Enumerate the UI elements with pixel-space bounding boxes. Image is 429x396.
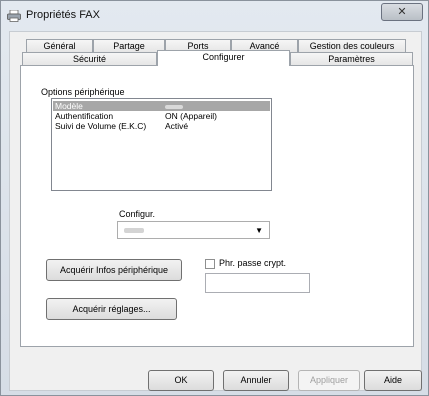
device-options-label: Options périphérique [39,87,127,97]
cancel-button[interactable]: Annuler [223,370,289,391]
tab-color-management[interactable]: Gestion des couleurs [298,39,406,52]
properties-dialog: Propriétés FAX ✕ Général Partage Ports A… [0,0,429,396]
tab-general[interactable]: Général [26,39,93,52]
close-button[interactable]: ✕ [381,3,423,21]
tab-configure[interactable]: Configurer [157,50,290,66]
acquire-settings-button[interactable]: Acquérir réglages... [46,298,177,320]
tab-security[interactable]: Sécurité [22,52,157,65]
config-select[interactable]: ▼ [117,221,270,239]
option-value-redacted [165,101,183,111]
printer-icon [7,10,21,22]
passphrase-label: Phr. passe crypt. [219,258,287,268]
title-bar: Propriétés FAX ✕ [1,1,428,31]
device-options-list[interactable]: Modèle Authentification ON (Appareil) Su… [51,98,272,191]
chevron-down-icon: ▼ [255,226,263,235]
passphrase-field[interactable] [205,273,310,293]
acquire-device-info-button[interactable]: Acquérir Infos périphérique [46,259,182,281]
option-name: Modèle [55,101,83,111]
config-label: Configur. [119,209,156,219]
passphrase-checkbox[interactable] [205,259,215,269]
window-title: Propriétés FAX [26,9,100,21]
apply-button[interactable]: Appliquer [298,370,360,391]
list-item[interactable]: Authentification ON (Appareil) [53,111,270,121]
list-item[interactable]: Modèle [53,101,270,111]
option-name: Suivi de Volume (E.K.C) [55,121,147,131]
option-value: Activé [165,121,189,131]
option-name: Authentification [55,111,114,121]
list-item[interactable]: Suivi de Volume (E.K.C) Activé [53,121,270,131]
help-button[interactable]: Aide [364,370,422,391]
tab-parameters[interactable]: Paramètres [290,52,413,65]
ok-button[interactable]: OK [148,370,214,391]
option-value: ON (Appareil) [165,111,217,121]
config-value-redacted [124,228,144,233]
tab-sharing[interactable]: Partage [93,39,165,52]
